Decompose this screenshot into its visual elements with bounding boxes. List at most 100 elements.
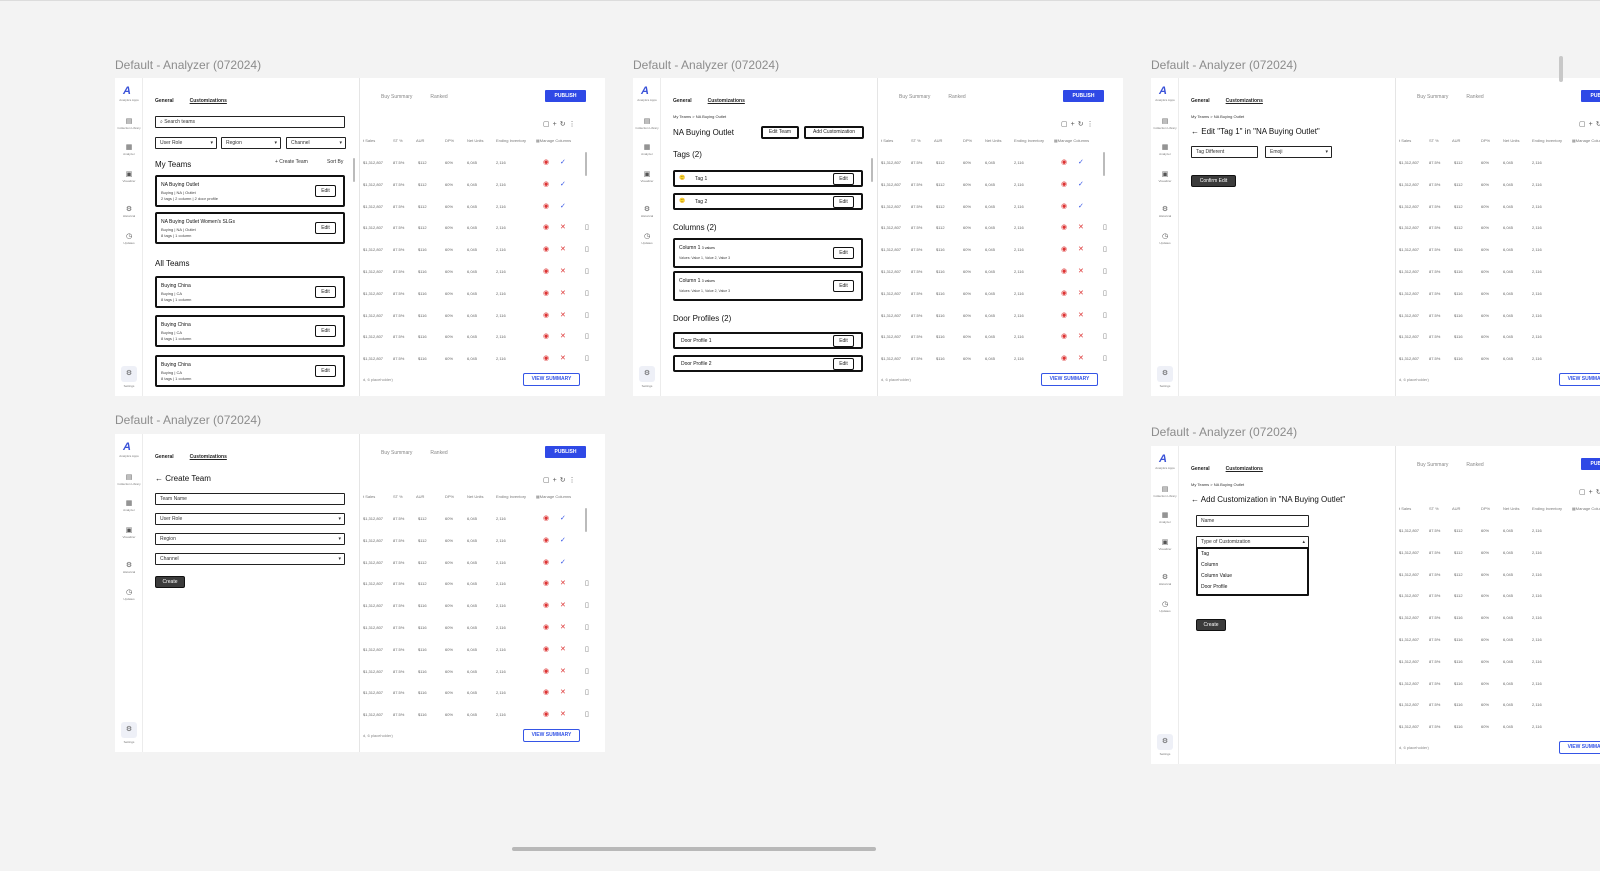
column-header[interactable]: Net Units (985, 138, 1001, 143)
sidebar-item-analytics-apps[interactable]: Analytics Apps (1151, 466, 1179, 470)
copy-icon[interactable]: ▯ (585, 245, 589, 253)
tab-general[interactable]: General (1191, 466, 1210, 472)
view-summary-button[interactable]: VIEW SUMMARY (1041, 373, 1098, 386)
filter-select[interactable]: Channel ▾ (286, 137, 346, 149)
tab-buy-summary[interactable]: Buy Summary (1417, 94, 1448, 100)
column-row[interactable]: Column 1 3 values Values: Value 1, Value … (673, 271, 863, 301)
refresh-icon[interactable]: ↻ (1078, 121, 1087, 128)
save-icon[interactable]: ▢ (543, 121, 553, 128)
copy-icon[interactable]: ▯ (1103, 245, 1107, 253)
tab-ranked[interactable]: Ranked (1466, 462, 1483, 468)
check-icon[interactable]: ✓ (1078, 180, 1084, 188)
manage-columns-button[interactable]: ▦ Manage Columns (1572, 506, 1600, 511)
close-icon[interactable]: ✕ (560, 354, 566, 362)
frame-label[interactable]: Default - Analyzer (072024) (115, 58, 261, 72)
flag-icon[interactable]: ◉ (543, 311, 549, 319)
confirm-edit-button[interactable]: Confirm Edit (1191, 175, 1236, 187)
flag-icon[interactable]: ◉ (543, 332, 549, 340)
canvas-vertical-scrollbar[interactable] (1559, 56, 1563, 82)
frame-label[interactable]: Default - Analyzer (072024) (1151, 58, 1297, 72)
tab-buy-summary[interactable]: Buy Summary (381, 94, 412, 100)
column-header[interactable]: AUR (934, 138, 942, 143)
search-teams-input[interactable]: ⌕ Search teams (155, 116, 345, 128)
column-header[interactable]: Net Units (1503, 506, 1519, 511)
close-icon[interactable]: ✕ (560, 710, 566, 718)
close-icon[interactable]: ✕ (560, 223, 566, 231)
sidebar-item-analytics-apps[interactable]: Analytics Apps (115, 98, 143, 102)
sidebar-item[interactable]: ◷ Updates (633, 233, 661, 245)
close-icon[interactable]: ✕ (560, 667, 566, 675)
flag-icon[interactable]: ◉ (1061, 180, 1067, 188)
tab-customizations[interactable]: Customizations (190, 454, 227, 460)
close-icon[interactable]: ✕ (1078, 332, 1084, 340)
sidebar-item[interactable]: ⚙ Historical (1151, 574, 1179, 586)
sidebar-item[interactable]: ⚙ Historical (633, 206, 661, 218)
copy-icon[interactable]: ▯ (585, 354, 589, 362)
tab-general[interactable]: General (155, 454, 174, 460)
column-header[interactable]: Ending Inventory (496, 138, 526, 143)
column-header[interactable]: AUR (416, 138, 424, 143)
filter-select[interactable]: User Role ▾ (155, 137, 217, 149)
more-icon[interactable]: ⋮ (569, 477, 579, 484)
copy-icon[interactable]: ▯ (1103, 354, 1107, 362)
copy-icon[interactable]: ▯ (1103, 289, 1107, 297)
flag-icon[interactable]: ◉ (543, 536, 549, 544)
team-card[interactable]: NA Buying Outlet Buying | NA | Outlet 2 ta… (155, 175, 345, 207)
create-button[interactable]: Create (155, 576, 185, 588)
tab-general[interactable]: General (155, 98, 174, 104)
breadcrumb[interactable]: My Teams > NA Buying Outlet (1191, 482, 1244, 487)
canvas-horizontal-scrollbar[interactable] (512, 847, 876, 851)
column-header[interactable]: ST % (1429, 138, 1439, 143)
check-icon[interactable]: ✓ (560, 158, 566, 166)
sidebar-item[interactable]: ⚙ Historical (115, 206, 143, 218)
sort-by-button[interactable]: Sort By (327, 159, 343, 165)
flag-icon[interactable]: ◉ (1061, 245, 1067, 253)
sidebar-item[interactable]: ▤ Collection Library (1151, 486, 1179, 498)
copy-icon[interactable]: ▯ (585, 289, 589, 297)
edit-tag-button[interactable]: Edit (833, 196, 854, 208)
flag-icon[interactable]: ◉ (543, 688, 549, 696)
add-icon[interactable]: + (1589, 489, 1596, 496)
flag-icon[interactable]: ◉ (543, 710, 549, 718)
team-card[interactable]: Buying China Buying | CA 8 tags | 1 column… (155, 315, 345, 347)
close-icon[interactable]: ✕ (560, 688, 566, 696)
flag-icon[interactable]: ◉ (1061, 158, 1067, 166)
manage-columns-button[interactable]: ▦ Manage Columns (536, 138, 571, 143)
flag-icon[interactable]: ◉ (543, 645, 549, 653)
edit-door-profile-button[interactable]: Edit (833, 335, 854, 347)
column-header[interactable]: t Sales (363, 138, 375, 143)
sidebar-item[interactable]: ▣ Visualizer (115, 527, 143, 539)
flag-icon[interactable]: ◉ (543, 354, 549, 362)
dropdown-option[interactable]: Column (1198, 560, 1307, 571)
breadcrumb[interactable]: My Teams > NA Buying Outlet (673, 114, 726, 119)
tag-row[interactable]: 🙂 Tag 2 Edit (673, 193, 863, 210)
settings-gear-icon[interactable]: ⚙ (121, 722, 137, 738)
copy-icon[interactable]: ▯ (1103, 267, 1107, 275)
column-header[interactable]: ST % (1429, 506, 1439, 511)
tab-buy-summary[interactable]: Buy Summary (1417, 462, 1448, 468)
close-icon[interactable]: ✕ (560, 289, 566, 297)
table-scrollbar[interactable] (1103, 152, 1105, 176)
panel-scrollbar[interactable] (871, 158, 873, 182)
frame-label[interactable]: Default - Analyzer (072024) (633, 58, 779, 72)
close-icon[interactable]: ✕ (1078, 289, 1084, 297)
column-header[interactable]: Ending Inventory (1532, 138, 1562, 143)
column-header[interactable]: Net Units (467, 494, 483, 499)
view-summary-button[interactable]: VIEW SUMMARY (523, 729, 580, 742)
sidebar-item[interactable]: ▦ Analyzer (633, 144, 661, 156)
table-scrollbar[interactable] (585, 508, 587, 532)
create-team-link[interactable]: + Create Team (275, 159, 308, 165)
sidebar-item[interactable]: ◷ Updates (1151, 601, 1179, 613)
dropdown-option[interactable]: Column Value (1198, 571, 1307, 582)
copy-icon[interactable]: ▯ (585, 579, 589, 587)
manage-columns-button[interactable]: ▦ Manage Columns (1572, 138, 1600, 143)
column-header[interactable]: DP% (1481, 138, 1490, 143)
check-icon[interactable]: ✓ (560, 536, 566, 544)
edit-team-button[interactable]: Edit (315, 286, 336, 298)
dropdown-option[interactable]: Tag (1198, 549, 1307, 560)
tab-ranked[interactable]: Ranked (430, 450, 447, 456)
copy-icon[interactable]: ▯ (585, 311, 589, 319)
sidebar-item[interactable]: ◷ Updates (115, 589, 143, 601)
tab-customizations[interactable]: Customizations (190, 98, 227, 104)
tab-ranked[interactable]: Ranked (1466, 94, 1483, 100)
